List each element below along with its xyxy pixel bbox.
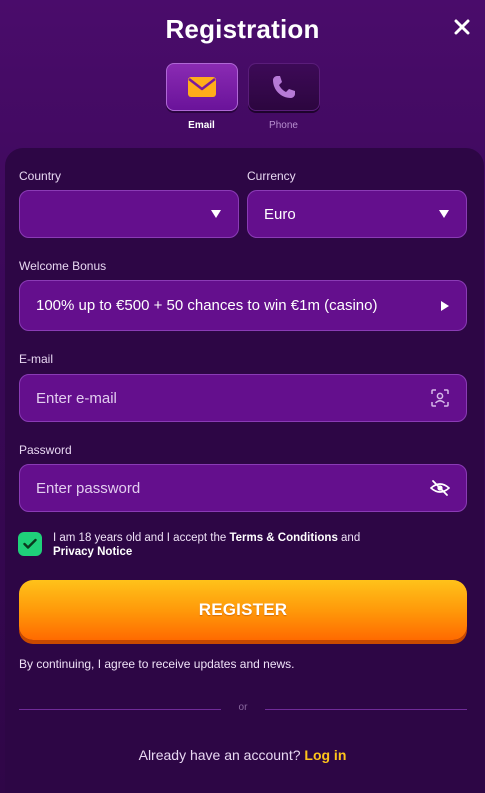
terms-text: I am 18 years old and I accept the Terms… <box>53 531 453 559</box>
tab-email-label: Email <box>188 120 215 131</box>
checkmark-icon <box>23 538 37 549</box>
terms-checkbox[interactable] <box>18 532 42 556</box>
chevron-down-icon <box>439 210 449 218</box>
chevron-right-icon <box>441 300 449 311</box>
password-field[interactable]: Enter password <box>19 464 467 512</box>
contact-scan-icon[interactable] <box>430 388 450 408</box>
eye-off-icon[interactable] <box>430 479 450 497</box>
email-field[interactable]: Enter e-mail <box>19 374 467 422</box>
envelope-icon <box>187 77 216 97</box>
login-link[interactable]: Log in <box>304 747 346 763</box>
currency-label: Currency <box>247 169 296 183</box>
chevron-down-icon <box>211 210 221 218</box>
login-row: Already have an account? Log in <box>0 747 485 763</box>
close-icon <box>454 19 470 35</box>
password-placeholder: Enter password <box>36 479 141 497</box>
password-label: Password <box>19 443 72 457</box>
terms-prefix: I am 18 years old and I accept the <box>53 532 230 544</box>
privacy-link[interactable]: Privacy Notice <box>53 546 132 558</box>
terms-mid: and <box>337 532 361 544</box>
or-divider: or <box>19 702 467 713</box>
tab-email[interactable]: Email <box>165 63 238 131</box>
registration-method-tabs: Email Phone <box>0 63 485 131</box>
email-label: E-mail <box>19 352 54 366</box>
tab-phone-label: Phone <box>269 120 298 131</box>
updates-consent-text: By continuing, I agree to receive update… <box>19 657 295 671</box>
page-title: Registration <box>165 14 320 44</box>
welcome-bonus-select[interactable]: 100% up to €500 + 50 chances to win €1m … <box>19 280 467 331</box>
login-prompt: Already have an account? <box>138 747 301 763</box>
phone-icon <box>272 76 295 98</box>
register-button[interactable]: REGISTER <box>19 580 467 640</box>
terms-link[interactable]: Terms & Conditions <box>229 532 337 544</box>
welcome-bonus-label: Welcome Bonus <box>19 259 107 273</box>
country-select[interactable] <box>19 190 239 238</box>
tab-phone[interactable]: Phone <box>247 63 320 131</box>
close-button[interactable] <box>451 16 473 38</box>
currency-select[interactable]: Euro <box>247 190 467 238</box>
welcome-bonus-value: 100% up to €500 + 50 chances to win €1m … <box>36 297 378 314</box>
country-label: Country <box>19 169 62 183</box>
divider-or-text: or <box>238 702 248 713</box>
email-placeholder: Enter e-mail <box>36 389 117 407</box>
currency-value: Euro <box>264 205 296 223</box>
